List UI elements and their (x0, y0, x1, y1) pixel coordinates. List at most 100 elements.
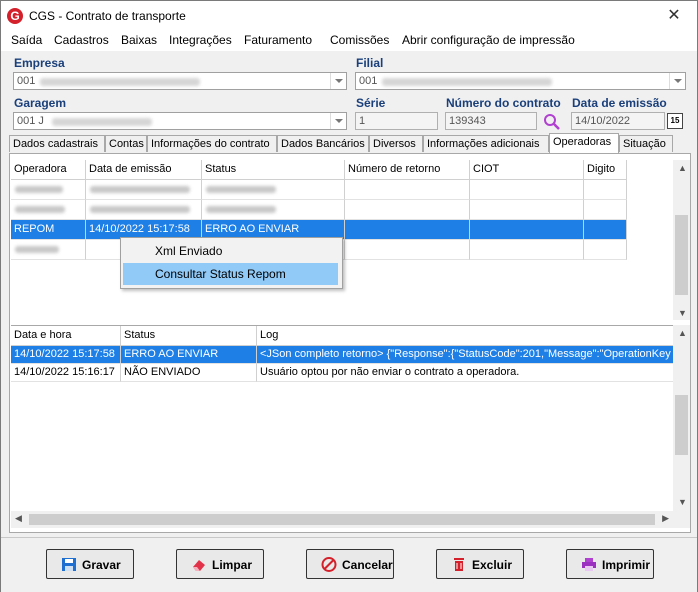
col-numero-retorno[interactable]: Número de retorno (345, 160, 470, 180)
scroll-thumb[interactable] (675, 215, 688, 295)
log-hscroll[interactable]: ◀ ▶ (11, 511, 673, 528)
menu-comissoes[interactable]: Comissões (330, 33, 389, 47)
scroll-up-icon[interactable]: ▲ (678, 328, 687, 338)
imprimir-button[interactable]: Imprimir (566, 549, 654, 579)
garagem-combo[interactable]: 001 J (13, 112, 347, 130)
table-cell[interactable] (470, 200, 584, 220)
numero-contrato-field[interactable]: 139343 (445, 112, 537, 130)
search-icon[interactable] (543, 113, 561, 131)
menu-cadastros[interactable]: Cadastros (54, 33, 109, 47)
log-row-message[interactable]: <JSon completo retorno> {"Response":{"St… (257, 346, 673, 364)
tab-dados-bancarios[interactable]: Dados Bancários (277, 135, 369, 152)
col-ciot[interactable]: CIOT (470, 160, 584, 180)
scroll-thumb[interactable] (675, 395, 688, 455)
tab-informacoes-contrato[interactable]: Informações do contrato (147, 135, 277, 152)
gravar-button[interactable]: Gravar (46, 549, 134, 579)
table-cell[interactable] (584, 200, 627, 220)
operadora-repom[interactable]: REPOM (11, 220, 86, 240)
tab-informacoes-adicionais[interactable]: Informações adicionais (423, 135, 549, 152)
col-digito[interactable]: Digito (584, 160, 627, 180)
context-menu: Xml Enviado Consultar Status Repom (120, 237, 343, 289)
redacted-text (15, 246, 59, 253)
tab-operadoras[interactable]: Operadoras (549, 133, 619, 153)
tab-dados-cadastrais[interactable]: Dados cadastrais (9, 135, 105, 152)
table-cell[interactable] (470, 220, 584, 240)
calendar-icon[interactable]: 15 (667, 113, 683, 129)
scroll-up-icon[interactable]: ▲ (678, 163, 687, 173)
log-row-message[interactable]: Usuário optou por não enviar o contrato … (257, 364, 673, 382)
log-row-status[interactable]: ERRO AO ENVIAR (121, 346, 257, 364)
data-emissao-field[interactable]: 14/10/2022 (571, 112, 665, 130)
excluir-button[interactable]: Excluir (436, 549, 524, 579)
gravar-label: Gravar (82, 558, 121, 572)
col-data-emissao[interactable]: Data de emissão (86, 160, 202, 180)
imprimir-label: Imprimir (602, 558, 651, 572)
table-cell[interactable] (470, 180, 584, 200)
tab-diversos[interactable]: Diversos (369, 135, 423, 152)
table-cell[interactable] (584, 220, 627, 240)
table-cell[interactable] (202, 200, 345, 220)
close-button[interactable]: ✕ (651, 1, 697, 31)
table-cell[interactable] (345, 240, 470, 260)
table-cell[interactable] (584, 180, 627, 200)
chevron-down-icon[interactable] (330, 113, 346, 129)
menu-item-xml-enviado[interactable]: Xml Enviado (123, 240, 338, 262)
col-data-hora[interactable]: Data e hora (11, 326, 121, 346)
scroll-down-icon[interactable]: ▼ (678, 308, 687, 318)
log-row-data[interactable]: 14/10/2022 15:16:17 (11, 364, 121, 382)
table-cell[interactable] (86, 180, 202, 200)
log-row-data[interactable]: 14/10/2022 15:17:58 (11, 346, 121, 364)
empresa-redacted (40, 78, 200, 86)
numero-contrato-label: Número do contrato (446, 96, 561, 110)
scroll-down-icon[interactable]: ▼ (678, 497, 687, 507)
col-operadora[interactable]: Operadora (11, 160, 86, 180)
scroll-thumb[interactable] (29, 514, 655, 525)
scroll-right-icon[interactable]: ▶ (662, 513, 669, 524)
table-cell[interactable] (86, 200, 202, 220)
menu-abrir-config-impressao[interactable]: Abrir configuração de impressão (402, 33, 575, 47)
serie-field[interactable]: 1 (355, 112, 438, 130)
filial-label: Filial (356, 56, 384, 70)
window: G CGS - Contrato de transporte ✕ Saída C… (0, 0, 698, 592)
scroll-left-icon[interactable]: ◀ (15, 513, 22, 524)
menu-integracoes[interactable]: Integrações (169, 33, 232, 47)
table-row[interactable] (11, 180, 86, 200)
data-emissao-label: Data de emissão (572, 96, 667, 110)
log-row-status[interactable]: NÃO ENVIADO (121, 364, 257, 382)
cancelar-button[interactable]: Cancelar (306, 549, 394, 579)
table-cell[interactable] (345, 200, 470, 220)
operadoras-vscroll[interactable]: ▲ ▼ (673, 160, 690, 320)
title-bar: G CGS - Contrato de transporte ✕ (1, 1, 697, 31)
printer-icon (582, 558, 596, 571)
table-cell[interactable] (202, 180, 345, 200)
limpar-label: Limpar (212, 558, 253, 572)
chevron-down-icon[interactable] (669, 73, 685, 89)
menu-baixas[interactable]: Baixas (121, 33, 157, 47)
table-cell[interactable] (345, 220, 470, 240)
tab-situacao[interactable]: Situação (619, 135, 673, 152)
table-cell[interactable] (345, 180, 470, 200)
menu-saida[interactable]: Saída (11, 33, 42, 47)
limpar-button[interactable]: Limpar (176, 549, 264, 579)
garagem-redacted (52, 118, 152, 126)
cancelar-label: Cancelar (342, 558, 393, 572)
empresa-combo[interactable]: 001 (13, 72, 347, 90)
eraser-icon (193, 560, 205, 571)
menu-bar: Saída Cadastros Baixas Integrações Fatur… (1, 31, 697, 51)
log-vscroll[interactable]: ▲ ▼ (673, 325, 690, 511)
table-row[interactable] (11, 240, 86, 260)
redacted-text (15, 206, 65, 213)
table-cell[interactable] (470, 240, 584, 260)
col-status[interactable]: Status (202, 160, 345, 180)
excluir-label: Excluir (472, 558, 513, 572)
filial-combo[interactable]: 001 (355, 72, 686, 90)
col-log-status[interactable]: Status (121, 326, 257, 346)
app-logo-icon: G (7, 8, 23, 24)
tab-contas[interactable]: Contas (105, 135, 147, 152)
menu-faturamento[interactable]: Faturamento (244, 33, 312, 47)
col-log[interactable]: Log (257, 326, 673, 346)
menu-item-consultar-status-repom[interactable]: Consultar Status Repom (123, 263, 338, 285)
table-cell[interactable] (584, 240, 627, 260)
table-row[interactable] (11, 200, 86, 220)
chevron-down-icon[interactable] (330, 73, 346, 89)
